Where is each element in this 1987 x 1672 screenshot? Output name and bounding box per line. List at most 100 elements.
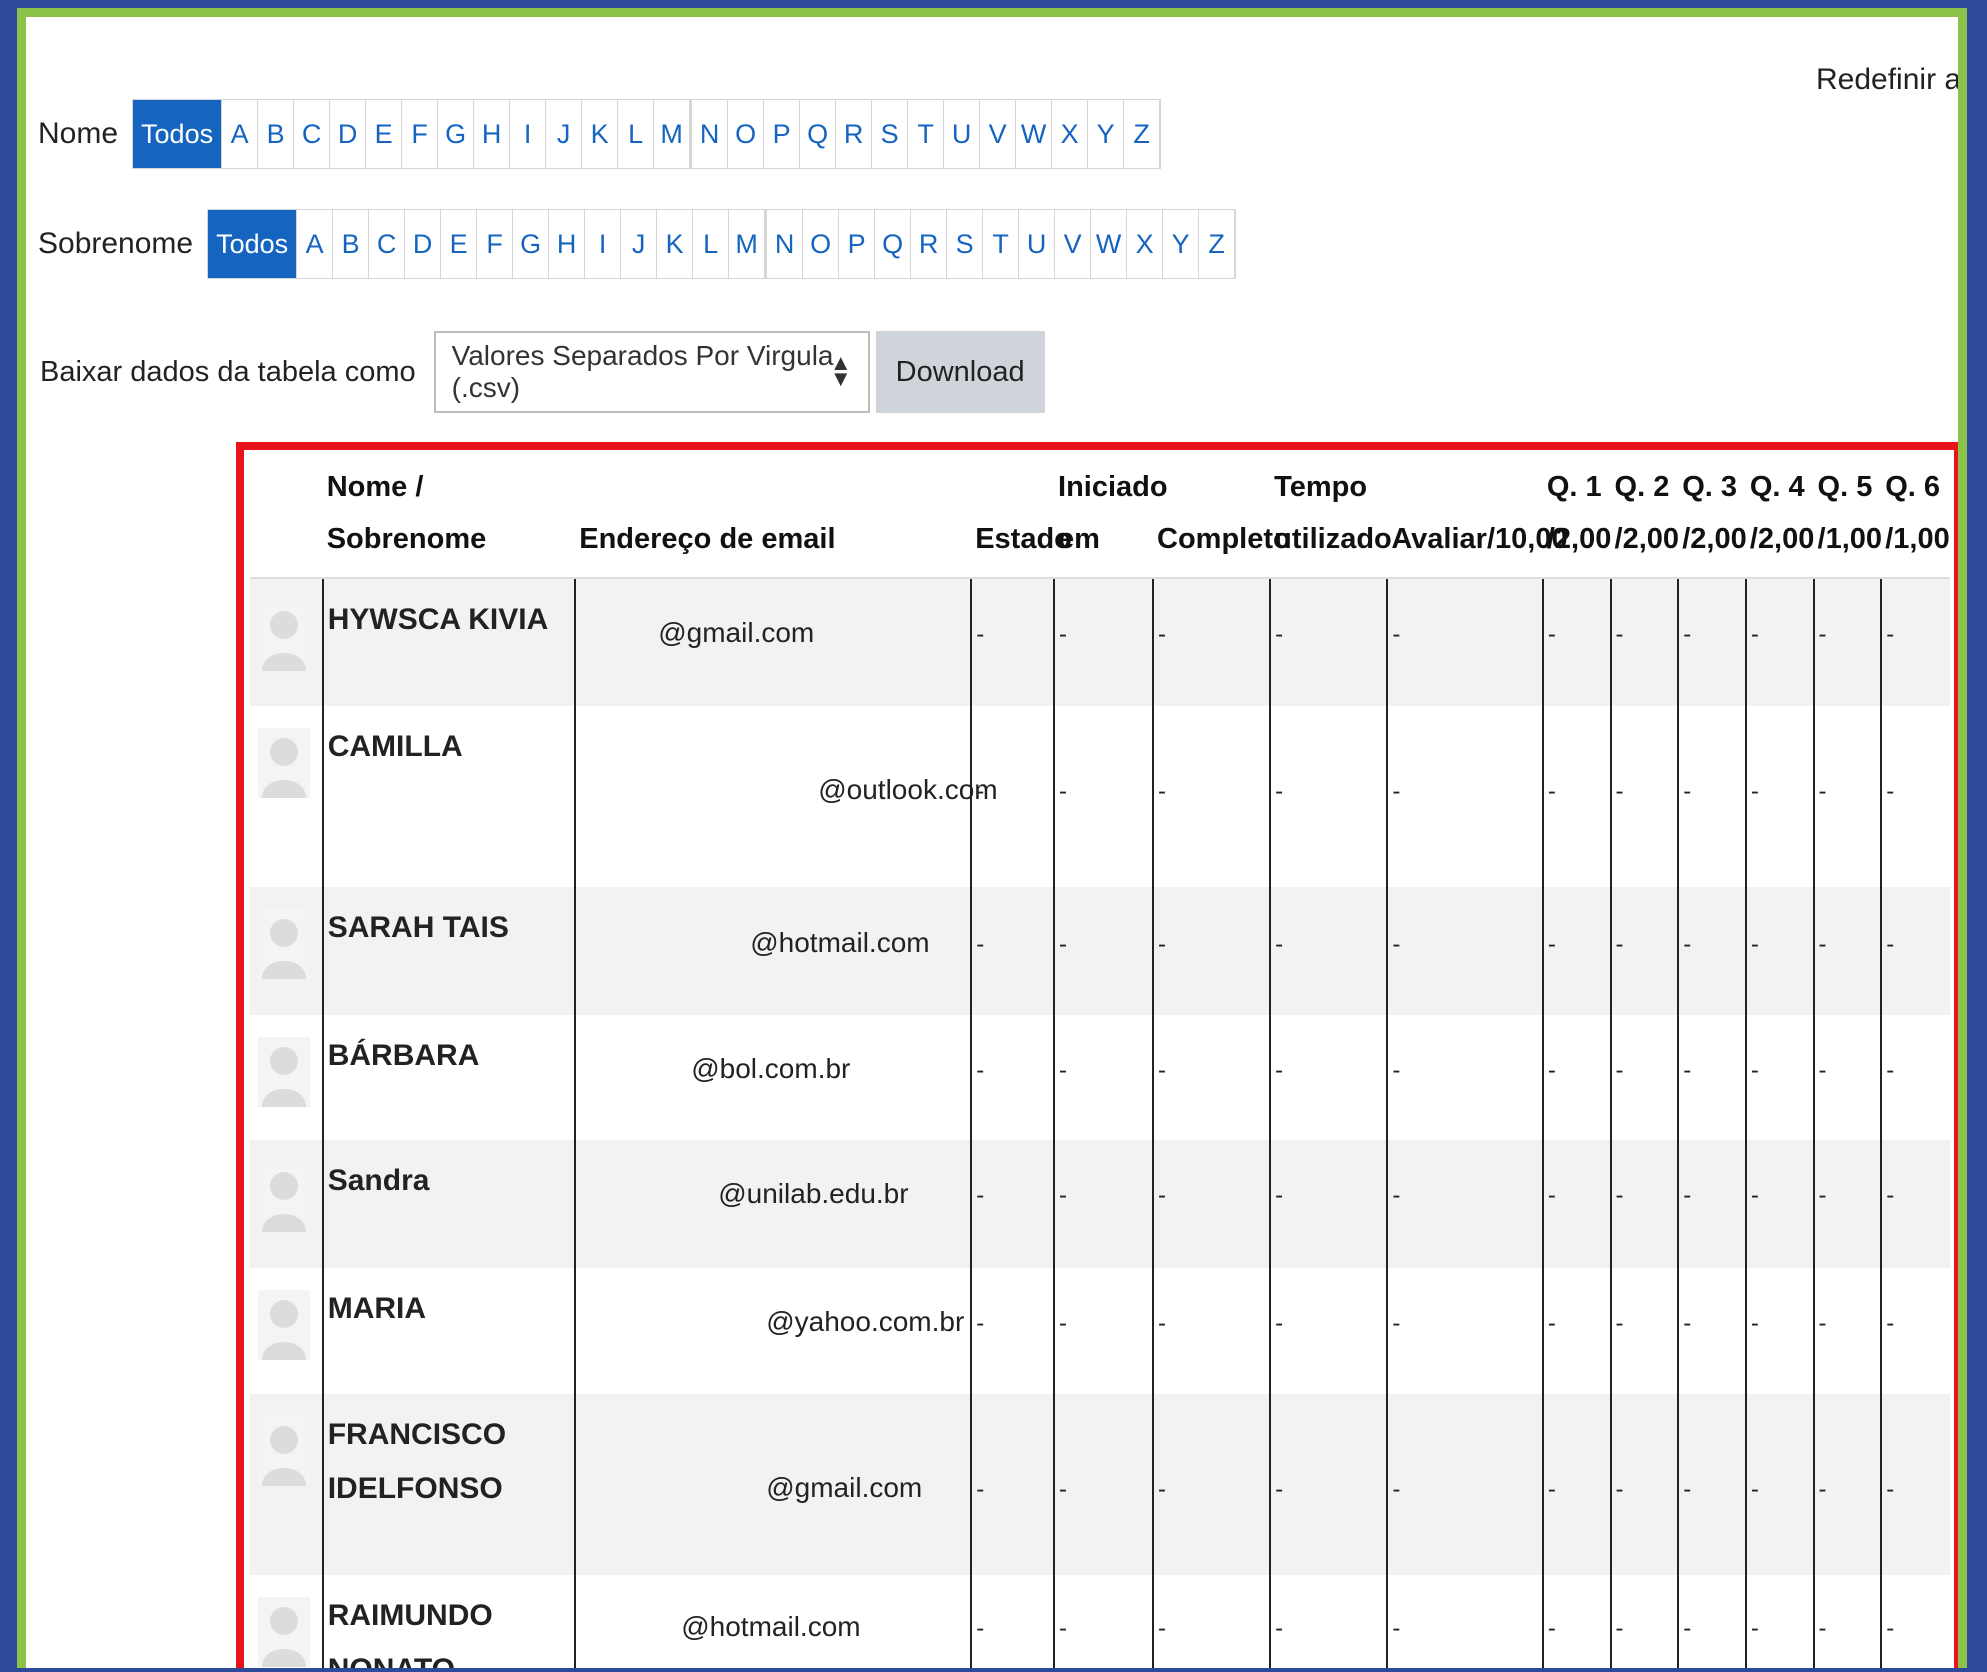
last-name-letter-d[interactable]: D (405, 210, 442, 278)
col-q2[interactable]: Q. 2/2,00 (1610, 450, 1679, 579)
first-name-letter-a[interactable]: A (222, 100, 259, 168)
first-name-letter-x[interactable]: X (1052, 100, 1089, 168)
first-name-letter-v[interactable]: V (980, 100, 1017, 168)
empty-value: - (1392, 1182, 1401, 1209)
user-name-link[interactable]: FRANCISCO IDELFONSO (322, 1394, 577, 1575)
last-name-letter-e[interactable]: E (441, 210, 478, 278)
last-name-letter-s[interactable]: S (947, 210, 984, 278)
default-avatar-icon[interactable] (258, 909, 310, 979)
last-name-letter-a[interactable]: A (297, 210, 334, 278)
col-q1[interactable]: Q. 1/2,00 (1542, 450, 1611, 579)
last-name-letter-r[interactable]: R (911, 210, 948, 278)
first-name-all-button[interactable]: Todos (133, 100, 223, 168)
last-name-letter-m[interactable]: M (729, 210, 766, 278)
cell-started: - (1054, 1140, 1154, 1268)
user-name-link[interactable]: CAMILLA (322, 706, 577, 887)
default-avatar-icon[interactable] (258, 1597, 310, 1667)
first-name-letter-q[interactable]: Q (800, 100, 837, 168)
last-name-letter-l[interactable]: L (693, 210, 730, 278)
last-name-letter-g[interactable]: G (513, 210, 550, 278)
cell-q2: - (1610, 578, 1680, 706)
col-started[interactable]: Iniciado em (1054, 450, 1168, 579)
col-grade[interactable]: Avaliar/10,00 (1387, 450, 1568, 579)
default-avatar-icon[interactable] (258, 1290, 310, 1360)
first-name-letter-l[interactable]: L (618, 100, 655, 168)
first-name-letter-o[interactable]: O (728, 100, 765, 168)
default-avatar-icon[interactable] (258, 601, 310, 671)
user-name-link[interactable]: RAIMUNDO NONATO (322, 1575, 577, 1668)
last-name-letter-w[interactable]: W (1091, 210, 1128, 278)
first-name-letter-c[interactable]: C (294, 100, 331, 168)
user-name-link[interactable]: HYWSCA KIVIA (322, 578, 577, 706)
last-name-letter-x[interactable]: X (1127, 210, 1164, 278)
user-name-link[interactable]: BÁRBARA (322, 1015, 577, 1140)
last-name-letter-h[interactable]: H (549, 210, 586, 278)
last-name-all-button[interactable]: Todos (208, 210, 298, 278)
user-picture-cell (250, 1015, 324, 1140)
last-name-letter-u[interactable]: U (1019, 210, 1056, 278)
download-format-select[interactable]: Valores Separados Por Virgula (.csv) ▲ ▼ (433, 331, 870, 413)
default-avatar-icon[interactable] (258, 1037, 310, 1107)
last-name-letter-i[interactable]: I (585, 210, 622, 278)
first-name-letter-i[interactable]: I (510, 100, 547, 168)
first-name-letter-k[interactable]: K (582, 100, 619, 168)
last-name-letter-t[interactable]: T (983, 210, 1020, 278)
col-time[interactable]: Tempo utilizado (1270, 450, 1392, 579)
col-completed[interactable]: Completo (1153, 450, 1291, 579)
last-name-letter-q[interactable]: Q (875, 210, 912, 278)
col-q5[interactable]: Q. 5/1,00 (1813, 450, 1882, 579)
first-name-letter-n[interactable]: N (692, 100, 729, 168)
last-name-letter-v[interactable]: V (1055, 210, 1092, 278)
first-name-letter-r[interactable]: R (836, 100, 873, 168)
default-avatar-icon[interactable] (258, 1162, 310, 1232)
first-name-letter-u[interactable]: U (944, 100, 981, 168)
last-name-letter-z[interactable]: Z (1199, 210, 1236, 278)
first-name-letter-w[interactable]: W (1016, 100, 1053, 168)
download-button[interactable]: Download (875, 331, 1045, 413)
cell-q1: - (1542, 887, 1612, 1015)
last-name-letter-f[interactable]: F (477, 210, 514, 278)
first-name-letter-h[interactable]: H (474, 100, 511, 168)
cell-state: - (971, 1015, 1056, 1140)
col-q4[interactable]: Q. 4/2,00 (1745, 450, 1814, 579)
first-name-letter-b[interactable]: B (258, 100, 295, 168)
col-q3[interactable]: Q. 3/2,00 (1678, 450, 1747, 579)
first-name-filter-label: Nome (38, 117, 119, 150)
first-name-letter-g[interactable]: G (438, 100, 475, 168)
reset-preferences-link[interactable]: Redefinir as prefe (1816, 63, 1958, 97)
cell-completed: - (1153, 1015, 1272, 1140)
last-name-letter-k[interactable]: K (657, 210, 694, 278)
first-name-letter-s[interactable]: S (872, 100, 909, 168)
col-q6[interactable]: Q. 6/1,00 (1881, 450, 1950, 579)
last-name-letter-p[interactable]: P (839, 210, 876, 278)
default-avatar-icon[interactable] (258, 1416, 310, 1486)
col-name[interactable]: Nome / Sobrenome (322, 450, 576, 579)
first-name-letter-f[interactable]: F (402, 100, 439, 168)
first-name-letter-j[interactable]: J (546, 100, 583, 168)
cell-grade: - (1387, 1140, 1544, 1268)
page-frame: Redefinir as prefe Nome Todos ABCDEFGHIJ… (17, 8, 1967, 1668)
first-name-letter-p[interactable]: P (764, 100, 801, 168)
empty-value: - (1886, 1310, 1895, 1337)
cell-q6: - (1881, 1140, 1950, 1268)
empty-value: - (1059, 931, 1068, 958)
first-name-letter-m[interactable]: M (654, 100, 691, 168)
first-name-letter-z[interactable]: Z (1124, 100, 1161, 168)
default-avatar-icon[interactable] (258, 728, 310, 798)
last-name-letter-c[interactable]: C (369, 210, 406, 278)
user-name-link[interactable]: MARIA (322, 1268, 577, 1394)
last-name-letter-n[interactable]: N (767, 210, 804, 278)
user-name-link[interactable]: SARAH TAIS (322, 887, 577, 1015)
last-name-letter-j[interactable]: J (621, 210, 658, 278)
last-name-letter-b[interactable]: B (333, 210, 370, 278)
first-name-letter-y[interactable]: Y (1088, 100, 1125, 168)
first-name-letter-e[interactable]: E (366, 100, 403, 168)
last-name-letter-y[interactable]: Y (1163, 210, 1200, 278)
col-state[interactable]: Estado (971, 450, 1072, 579)
cell-completed: - (1153, 578, 1272, 706)
first-name-letter-t[interactable]: T (908, 100, 945, 168)
first-name-letter-d[interactable]: D (330, 100, 367, 168)
last-name-letter-o[interactable]: O (803, 210, 840, 278)
user-name-link[interactable]: Sandra (322, 1140, 577, 1268)
col-email[interactable]: Endereço de email (575, 450, 972, 579)
